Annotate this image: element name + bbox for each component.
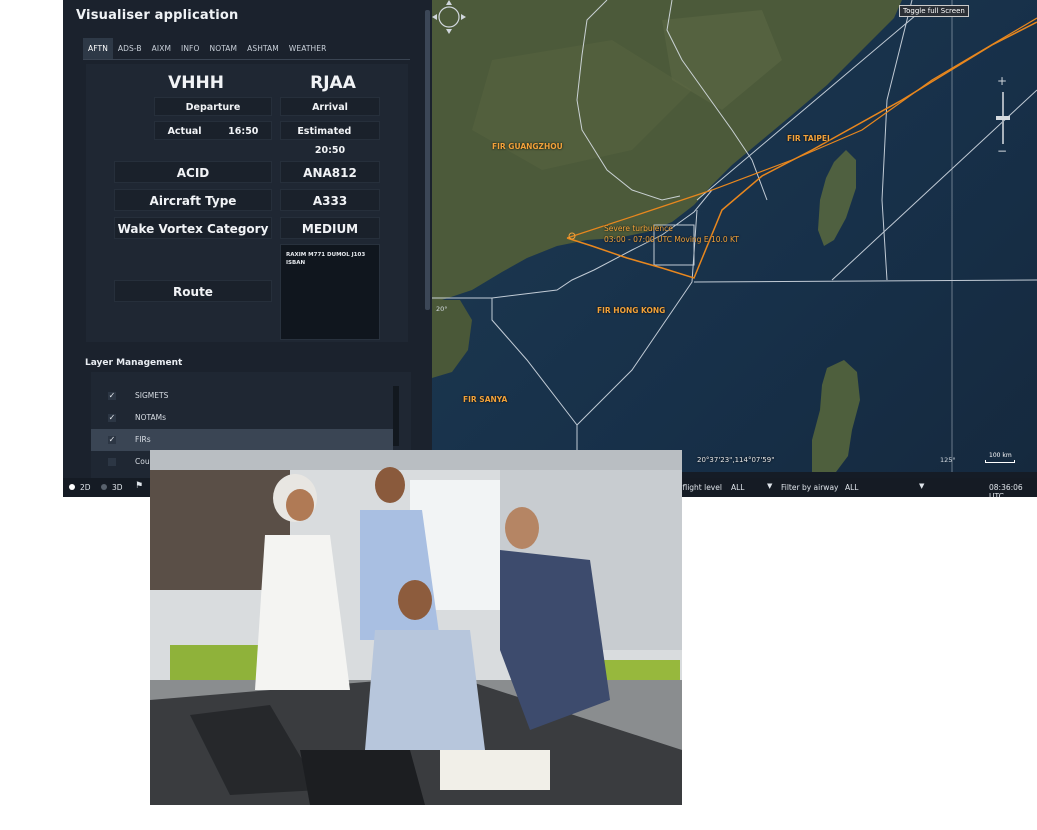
arrival-code: RJAA xyxy=(310,73,356,93)
route-value: RAXIM M771 DUMOL J103 ISBAN xyxy=(280,244,380,340)
tab-ads-b[interactable]: ADS-B xyxy=(113,38,147,59)
layer-management-title: Layer Management xyxy=(85,358,183,368)
fir-boundary xyxy=(491,298,578,472)
map-view[interactable]: FIR GUANGZHOU FIR TAIPEI FIR HONG KONG F… xyxy=(432,0,1037,472)
layer-item-sigmets[interactable]: ✓ SIGMETS xyxy=(91,385,393,407)
mode-3d-label[interactable]: 3D xyxy=(112,483,123,492)
departure-code: VHHH xyxy=(168,73,224,93)
layer-label: NOTAMs xyxy=(135,413,167,422)
app-title: Visualiser application xyxy=(76,8,239,23)
taiwan-landmass xyxy=(818,150,856,246)
estimated-time: 20:50 xyxy=(314,145,346,156)
layer-item-firs[interactable]: ✓ FIRs xyxy=(91,429,393,451)
fir-label: FIR TAIPEI xyxy=(787,134,830,143)
chevron-down-icon[interactable]: ▼ xyxy=(919,482,924,490)
estimated-time-cell: Estimated 20:50 xyxy=(280,121,380,156)
zoom-slider-thumb[interactable] xyxy=(996,116,1010,120)
acid-label: ACID xyxy=(114,161,272,183)
layer-list-scrollbar[interactable] xyxy=(393,386,399,446)
layer-label: Cou xyxy=(135,457,150,466)
tab-weather[interactable]: WEATHER xyxy=(284,38,332,59)
tab-bar: AFTN ADS-B AIXM INFO NOTAM ASHTAM WEATHE… xyxy=(83,38,410,60)
team-photo-illustration xyxy=(150,450,682,805)
luzon-landmass xyxy=(812,360,860,472)
tab-ashtam[interactable]: ASHTAM xyxy=(242,38,284,59)
cursor-coordinates: 20°37'23",114°07'59" xyxy=(697,456,775,464)
team-photo xyxy=(150,450,682,805)
fir-boundary xyxy=(693,279,1037,283)
layer-label: SIGMETS xyxy=(135,391,169,400)
actual-time-cell: Actual 16:50 xyxy=(154,121,272,140)
layer-item-notams[interactable]: ✓ NOTAMs xyxy=(91,407,393,429)
longitude-label: 125° xyxy=(940,456,956,464)
zoom-in-icon[interactable]: + xyxy=(997,74,1007,88)
sigmet-line: Severe turbulence xyxy=(604,224,673,233)
zoom-out-icon[interactable]: − xyxy=(997,144,1007,158)
tab-info[interactable]: INFO xyxy=(176,38,204,59)
mode-2d-label[interactable]: 2D xyxy=(80,483,91,492)
toggle-fullscreen-button[interactable]: Toggle full Screen xyxy=(899,5,969,17)
estimated-label: Estimated xyxy=(297,126,352,137)
checkbox-checked-icon[interactable]: ✓ xyxy=(108,436,116,444)
scale-label: 100 km xyxy=(989,452,1012,459)
utc-clock: 08:36:06 UTC xyxy=(989,483,1023,497)
layer-label: FIRs xyxy=(135,435,151,444)
fir-label: FIR GUANGZHOU xyxy=(492,142,563,151)
route-label: Route xyxy=(114,280,272,302)
checkbox-checked-icon[interactable]: ✓ xyxy=(108,414,116,422)
sigmet-annotation: Severe turbulence 03:00 - 07:00 UTC Movi… xyxy=(604,223,739,245)
latitude-label: 20° xyxy=(436,305,448,313)
bookmark-icon[interactable]: ⚑ xyxy=(135,481,143,491)
compass-icon[interactable] xyxy=(432,0,466,34)
radio-3d-icon[interactable] xyxy=(101,484,107,490)
wake-category-label: Wake Vortex Category xyxy=(114,217,272,239)
info-panel: Visualiser application AFTN ADS-B AIXM I… xyxy=(63,0,432,478)
scale-bar xyxy=(985,460,1015,463)
chevron-down-icon[interactable]: ▼ xyxy=(767,482,772,490)
visualiser-screen: Visualiser application AFTN ADS-B AIXM I… xyxy=(63,0,1037,497)
departure-label: Departure xyxy=(154,97,272,116)
arrival-label: Arrival xyxy=(280,97,380,116)
aircraft-type-value: A333 xyxy=(280,189,380,211)
fir-label: FIR SANYA xyxy=(463,395,508,404)
airway-select[interactable]: ALL xyxy=(845,483,859,492)
flight-level-filter-label: r flight level xyxy=(677,483,722,492)
actual-time: 16:50 xyxy=(228,126,259,137)
sigmet-line: 03:00 - 07:00 UTC Moving E 10.0 KT xyxy=(604,235,739,244)
tab-aixm[interactable]: AIXM xyxy=(147,38,176,59)
checkbox-checked-icon[interactable]: ✓ xyxy=(108,392,116,400)
fir-boundary xyxy=(881,0,913,281)
fir-label: FIR HONG KONG xyxy=(597,306,666,315)
radio-2d-icon[interactable] xyxy=(69,484,75,490)
acid-value: ANA812 xyxy=(280,161,380,183)
tab-notam[interactable]: NOTAM xyxy=(204,38,242,59)
actual-label: Actual xyxy=(167,126,202,137)
aftn-details: VHHH RJAA Departure Arrival Actual 16:50… xyxy=(86,64,408,342)
panel-scrollbar[interactable] xyxy=(425,10,430,310)
checkbox-unchecked-icon[interactable] xyxy=(108,458,116,466)
aircraft-type-label: Aircraft Type xyxy=(114,189,272,211)
flight-level-select[interactable]: ALL xyxy=(731,483,745,492)
tab-aftn[interactable]: AFTN xyxy=(83,38,113,59)
airway-filter-label: Filter by airway xyxy=(781,483,839,492)
wake-category-value: MEDIUM xyxy=(280,217,380,239)
